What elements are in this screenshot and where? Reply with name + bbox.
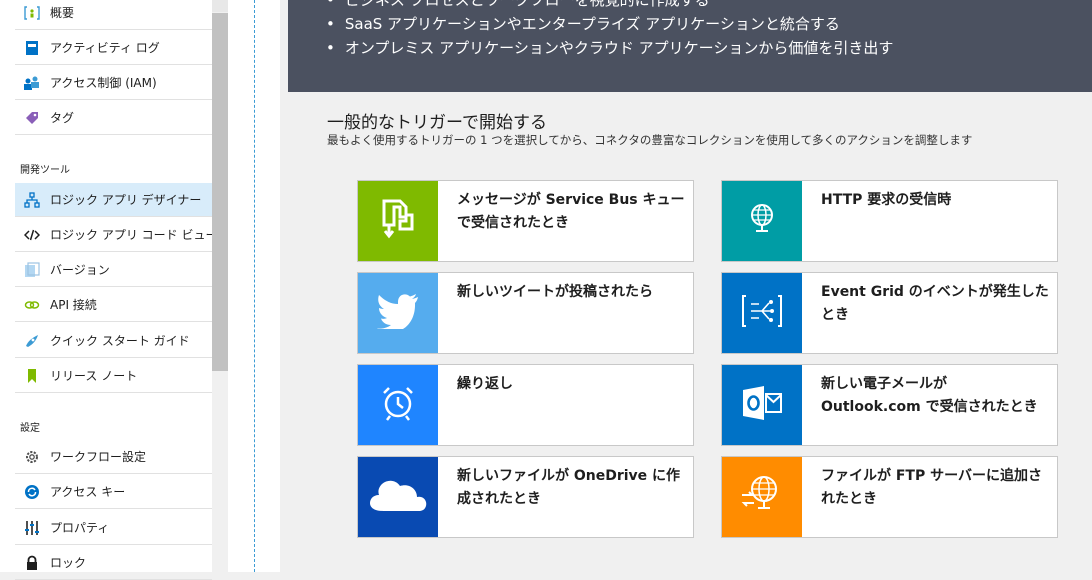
sidebar-item-label: ロジック アプリ コード ビュー [50, 228, 218, 242]
sidebar-item-versions[interactable]: バージョン [15, 253, 212, 287]
sidebar-item-tags[interactable]: タグ [15, 101, 212, 135]
section-subtitle: 最もよく使用するトリガーの 1 つを選択してから、コネクタの豊富なコレクションを… [327, 133, 973, 147]
sidebar-item-label: クイック スタート ガイド [50, 334, 190, 348]
card-tile [358, 365, 438, 445]
release-notes-icon [23, 367, 41, 385]
trigger-card-service-bus[interactable]: メッセージが Service Bus キューで受信されたとき [357, 180, 694, 262]
trigger-card-event-grid[interactable]: Event Grid のイベントが発生したとき [721, 272, 1058, 354]
section-title: 一般的なトリガーで開始する [327, 113, 547, 133]
sidebar-item-label: 概要 [50, 6, 75, 20]
sidebar-item-api-connections[interactable]: API 接続 [15, 288, 212, 322]
sidebar-item-label: アクセス キー [50, 485, 126, 499]
card-title: Event Grid のイベントが発生したとき [821, 284, 1049, 323]
twitter-icon [376, 293, 420, 333]
sidebar-item-code-view[interactable]: ロジック アプリ コード ビュー [15, 218, 217, 252]
trigger-card-ftp[interactable]: ファイルが FTP サーバーに追加されたとき [721, 456, 1058, 538]
intro-bullet: オンプレミス アプリケーションやクラウド アプリケーションから価値を引き出す [326, 36, 894, 60]
trigger-card-http-request[interactable]: HTTP 要求の受信時 [721, 180, 1058, 262]
ftp-icon [740, 473, 784, 521]
access-key-icon [23, 483, 41, 501]
outlook-icon [742, 385, 782, 425]
quickstart-icon [23, 332, 41, 350]
card-title: メッセージが Service Bus キューで受信されたとき [457, 192, 685, 231]
section-header-settings: 設定 [20, 423, 40, 434]
sidebar-item-designer[interactable]: ロジック アプリ デザイナー [15, 183, 212, 217]
event-grid-icon [742, 294, 782, 332]
card-title: 新しいツイートが投稿されたら [457, 284, 653, 300]
trigger-card-recurrence[interactable]: 繰り返し [357, 364, 694, 446]
blade-divider [254, 0, 255, 572]
section-header-dev-tools: 開発ツール [20, 165, 70, 176]
intro-bullet: SaaS アプリケーションやエンタープライズ アプリケーションと統合する [326, 12, 893, 36]
sidebar-item-label: アクティビティ ログ [50, 41, 160, 55]
card-title: 新しい電子メールが Outlook.com で受信されたとき [821, 376, 1038, 415]
sidebar-item-label: API 接続 [50, 298, 97, 312]
sidebar-item-iam[interactable]: アクセス制御 (IAM) [15, 66, 212, 100]
sidebar-item-label: タグ [50, 111, 75, 125]
card-title: ファイルが FTP サーバーに追加されたとき [821, 468, 1042, 507]
sidebar-item-label: バージョン [50, 263, 110, 277]
sidebar-item-label: ロジック アプリ デザイナー [50, 193, 202, 207]
sidebar-item-workflow-settings[interactable]: ワークフロー設定 [15, 440, 212, 474]
sidebar-item-release-notes[interactable]: リリース ノート [15, 359, 212, 393]
card-title: 繰り返し [457, 376, 513, 392]
card-tile [358, 457, 438, 537]
card-tile [722, 181, 802, 261]
card-tile [722, 457, 802, 537]
intro-banner: ビジネス プロセスとワークフローを視覚的に作成する SaaS アプリケーションや… [288, 0, 1092, 92]
overview-icon [23, 4, 41, 22]
card-title: 新しいファイルが OneDrive に作成されたとき [457, 468, 681, 507]
api-connection-icon [23, 296, 41, 314]
sidebar-item-access-keys[interactable]: アクセス キー [15, 475, 212, 509]
trigger-card-twitter[interactable]: 新しいツイートが投稿されたら [357, 272, 694, 354]
card-tile [358, 181, 438, 261]
trigger-card-onedrive[interactable]: 新しいファイルが OneDrive に作成されたとき [357, 456, 694, 538]
sidebar-item-label: アクセス制御 (IAM) [50, 76, 157, 90]
intro-bullets: ビジネス プロセスとワークフローを視覚的に作成する SaaS アプリケーションや… [326, 0, 894, 60]
sidebar-item-quickstart[interactable]: クイック スタート ガイド [15, 324, 212, 358]
scroll-up-arrow[interactable] [212, 0, 228, 12]
tag-icon [23, 109, 41, 127]
service-bus-icon [376, 195, 420, 247]
sidebar-item-label: プロパティ [50, 521, 110, 535]
lock-icon [23, 554, 41, 572]
card-tile [358, 273, 438, 353]
intro-bullet: ビジネス プロセスとワークフローを視覚的に作成する [326, 0, 893, 12]
card-tile [722, 273, 802, 353]
gear-icon [23, 448, 41, 466]
sidebar-item-activity-log[interactable]: アクティビティ ログ [15, 31, 212, 65]
card-tile [722, 365, 802, 445]
designer-icon [23, 191, 41, 209]
http-request-icon [745, 202, 779, 240]
sidebar-item-properties[interactable]: プロパティ [15, 511, 212, 545]
trigger-card-outlook[interactable]: 新しい電子メールが Outlook.com で受信されたとき [721, 364, 1058, 446]
sidebar-item-label: ワークフロー設定 [50, 450, 147, 464]
card-title: HTTP 要求の受信時 [821, 192, 952, 208]
activity-log-icon [23, 39, 41, 57]
sidebar-item-locks[interactable]: ロック [15, 546, 212, 580]
sidebar-item-overview[interactable]: 概要 [15, 0, 212, 30]
onedrive-icon [369, 477, 427, 517]
sidebar: 概要 アクティビティ ログ アクセス制御 (IAM) タグ ロジック アプリ デ… [0, 0, 228, 580]
versions-icon [23, 261, 41, 279]
recurrence-icon [380, 385, 416, 425]
properties-icon [23, 519, 41, 537]
sidebar-item-label: ロック [50, 556, 87, 570]
code-view-icon [23, 226, 41, 244]
sidebar-item-label: リリース ノート [50, 369, 138, 383]
designer-main: ビジネス プロセスとワークフローを視覚的に作成する SaaS アプリケーションや… [280, 0, 1092, 572]
iam-icon [23, 74, 41, 92]
sidebar-scrollbar-thumb[interactable] [212, 13, 228, 371]
